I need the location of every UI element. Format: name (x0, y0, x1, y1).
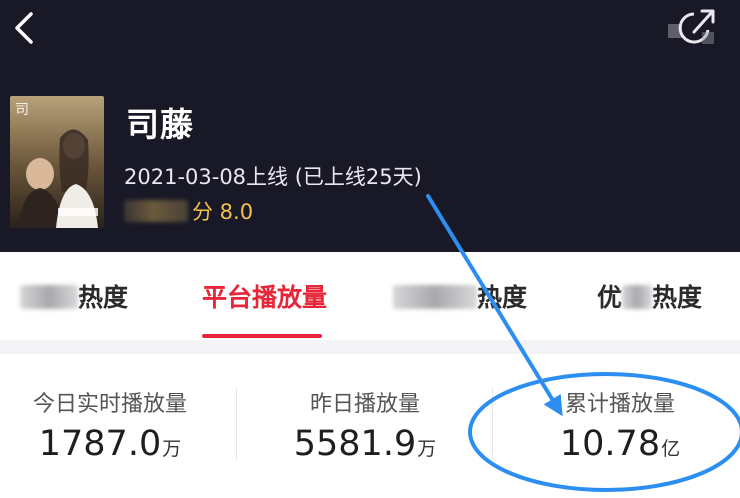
share-icon (668, 9, 715, 44)
redacted-tab-text (622, 285, 653, 309)
rating-score: 分 8.0 (192, 200, 254, 224)
stat-value-row: 1787.0万 (0, 424, 225, 464)
drama-header: 司 司藤 2021-03-08上线 (已上线25天) 分 8.0 (0, 0, 740, 252)
stat-yesterday: 昨日播放量 5581.9万 (250, 354, 480, 464)
redacted-tab-text (20, 285, 78, 309)
redacted-platform-name (124, 200, 188, 222)
stat-value: 5581.9 (293, 424, 417, 464)
tab-1[interactable]: 热度 (20, 278, 128, 314)
back-button[interactable] (2, 6, 46, 50)
stat-value: 1787.0 (38, 424, 162, 464)
stat-today-realtime: 今日实时播放量 1787.0万 (0, 354, 225, 464)
chevron-left-icon (15, 12, 33, 44)
stat-label: 昨日播放量 (309, 392, 420, 417)
drama-title: 司藤 (126, 105, 194, 144)
stat-unit: 万 (417, 438, 437, 460)
tab-platform-plays[interactable]: 平台播放量 (202, 278, 327, 314)
drama-poster-image[interactable]: 司 (10, 96, 104, 228)
stat-unit: 亿 (661, 438, 681, 460)
stat-label: 累计播放量 (564, 392, 675, 417)
stat-value-row: 10.78亿 (505, 424, 735, 464)
tab-bar: 热度 平台播放量 热度 优热度 (0, 252, 740, 340)
stat-value-row: 5581.9万 (250, 424, 480, 464)
stats-panel: 今日实时播放量 1787.0万 昨日播放量 5581.9万 累计播放量 10.7… (0, 354, 740, 498)
tab-label: 热度 (78, 283, 129, 312)
redacted-tab-text (393, 285, 477, 309)
tab-4[interactable]: 优热度 (597, 278, 702, 314)
stat-divider (492, 388, 493, 460)
tab-label-suffix: 热度 (652, 283, 703, 312)
stat-label: 今日实时播放量 (32, 392, 187, 417)
tab-3[interactable]: 热度 (393, 278, 527, 314)
tab-label-prefix: 优 (597, 283, 623, 312)
active-tab-indicator (202, 334, 322, 338)
tab-label: 热度 (477, 283, 528, 312)
stat-value: 10.78 (559, 424, 661, 464)
rating-line: 分 8.0 (124, 196, 253, 226)
svg-text:司: 司 (15, 102, 29, 118)
stat-unit: 万 (162, 438, 182, 460)
share-button[interactable] (664, 2, 720, 54)
stat-divider (236, 388, 237, 460)
release-date-text: 2021-03-08上线 (已上线25天) (124, 165, 422, 189)
tab-label: 平台播放量 (202, 283, 328, 312)
stat-cumulative: 累计播放量 10.78亿 (505, 354, 735, 464)
